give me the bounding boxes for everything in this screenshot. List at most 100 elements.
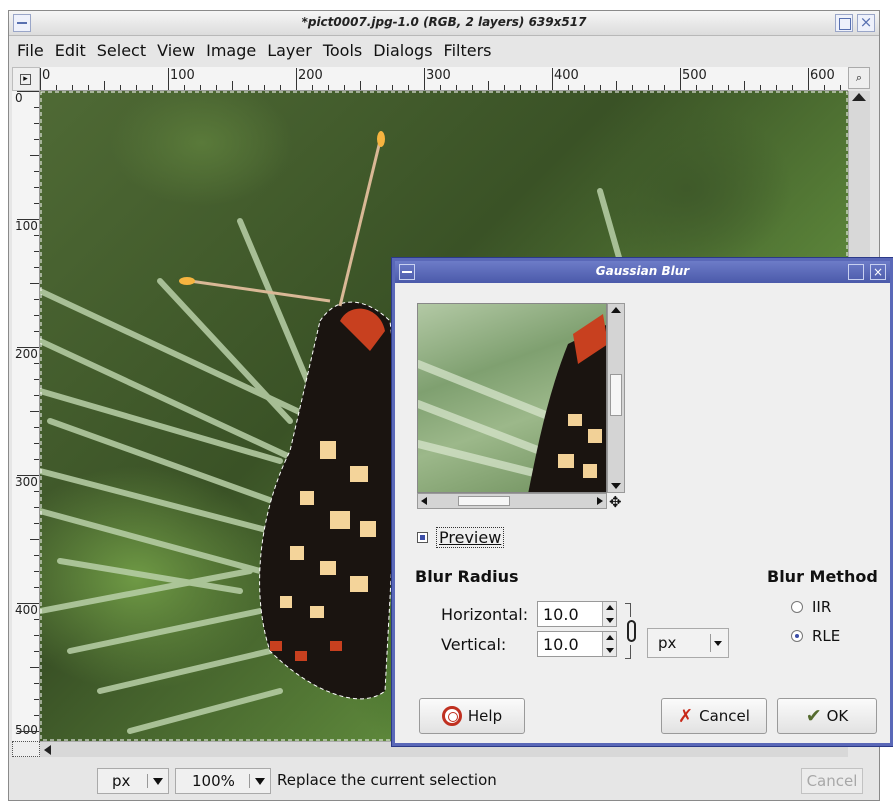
radio-icon[interactable] xyxy=(791,601,803,613)
cancel-label: Cancel xyxy=(699,707,750,725)
ruler-tick xyxy=(34,715,39,716)
scroll-down-icon[interactable] xyxy=(611,483,621,489)
ruler-tick xyxy=(504,85,505,90)
ruler-tick xyxy=(30,539,39,540)
unit-dropdown[interactable]: px xyxy=(97,768,169,794)
ruler-tick xyxy=(552,68,553,90)
scroll-thumb[interactable] xyxy=(610,374,622,416)
preview-horizontal-scrollbar[interactable] xyxy=(417,493,607,509)
scroll-left-icon[interactable] xyxy=(44,745,51,755)
scroll-up-icon[interactable] xyxy=(852,93,866,101)
scroll-right-icon[interactable] xyxy=(597,497,603,505)
menu-image[interactable]: Image xyxy=(206,41,256,60)
ruler-tick xyxy=(30,155,39,156)
ruler-tick xyxy=(440,85,441,90)
radius-unit-dropdown[interactable]: px xyxy=(647,628,729,658)
chevron-down-icon xyxy=(710,634,724,652)
ruler-tick xyxy=(34,699,39,700)
maximize-icon[interactable] xyxy=(835,14,853,32)
ruler-tick xyxy=(328,85,329,90)
menu-tools[interactable]: Tools xyxy=(323,41,362,60)
horizontal-ruler[interactable]: 0 100 200 300 400 500 600 xyxy=(40,67,848,91)
window-titlebar[interactable]: *pict0007.jpg-1.0 (RGB, 2 layers) 639x51… xyxy=(9,11,879,36)
ruler-tick xyxy=(17,731,39,732)
ruler-tick xyxy=(728,85,729,90)
menu-layer[interactable]: Layer xyxy=(267,41,312,60)
ruler-tick xyxy=(34,315,39,316)
help-icon xyxy=(441,706,462,726)
move-icon[interactable]: ✥ xyxy=(609,495,622,510)
dialog-title: Gaussian Blur xyxy=(595,264,690,278)
spin-arrows-icon[interactable] xyxy=(602,632,616,656)
vertical-ruler[interactable]: 0 100 200 300 400 500 xyxy=(12,91,40,741)
ruler-tick xyxy=(280,85,281,90)
ruler-tick xyxy=(360,81,361,90)
ruler-tick xyxy=(17,219,39,220)
preview-area[interactable] xyxy=(417,303,607,493)
ruler-tick xyxy=(680,68,681,90)
radius-unit-value: px xyxy=(658,634,677,652)
ruler-tick xyxy=(296,68,297,90)
ok-button[interactable]: ✔ OK xyxy=(777,698,877,734)
ruler-tick xyxy=(34,571,39,572)
spin-arrows-icon[interactable] xyxy=(602,602,616,626)
ruler-tick xyxy=(34,523,39,524)
ruler-tick xyxy=(34,331,39,332)
scroll-left-icon[interactable] xyxy=(421,497,427,505)
ruler-tick xyxy=(456,85,457,90)
dialog-titlebar[interactable]: Gaussian Blur × xyxy=(395,261,890,283)
scroll-up-icon[interactable] xyxy=(611,307,621,313)
menu-view[interactable]: View xyxy=(157,41,195,60)
navigate-icon[interactable]: ⌕ xyxy=(848,67,870,89)
image-menu-button[interactable]: ▸ xyxy=(12,67,40,91)
ruler-tick xyxy=(744,81,745,90)
quick-mask-icon[interactable] xyxy=(12,741,40,757)
preview-checkbox[interactable]: Preview xyxy=(417,527,505,548)
radio-icon[interactable] xyxy=(791,630,803,642)
iir-radio[interactable]: IIR xyxy=(791,598,831,616)
help-button[interactable]: Help xyxy=(419,698,525,734)
maximize-icon[interactable] xyxy=(848,264,864,280)
ruler-tick xyxy=(34,555,39,556)
ruler-tick xyxy=(30,411,39,412)
ruler-tick xyxy=(34,651,39,652)
ruler-tick xyxy=(600,85,601,90)
rle-radio[interactable]: RLE xyxy=(791,627,840,645)
preview-vertical-scrollbar[interactable] xyxy=(607,303,625,493)
ruler-tick xyxy=(408,85,409,90)
scroll-thumb[interactable] xyxy=(458,496,510,506)
close-icon[interactable]: × xyxy=(870,264,886,280)
horizontal-label: Horizontal: xyxy=(441,605,529,624)
horizontal-spinbox[interactable]: 10.0 xyxy=(537,601,617,627)
ruler-tick xyxy=(520,85,521,90)
ruler-tick xyxy=(34,619,39,620)
blur-radius-heading: Blur Radius xyxy=(415,567,519,586)
menu-select[interactable]: Select xyxy=(97,41,146,60)
ruler-tick xyxy=(34,427,39,428)
preview-label: Preview xyxy=(436,527,505,548)
ruler-tick xyxy=(34,635,39,636)
chain-link-icon[interactable] xyxy=(625,603,637,659)
status-cancel-button[interactable]: Cancel xyxy=(801,768,863,794)
ruler-tick xyxy=(34,203,39,204)
close-icon[interactable]: × xyxy=(857,13,875,32)
ruler-tick xyxy=(248,85,249,90)
ruler-label: 400 xyxy=(15,603,38,617)
ruler-tick xyxy=(30,667,39,668)
cancel-button[interactable]: ✗ Cancel xyxy=(661,698,767,734)
menu-edit[interactable]: Edit xyxy=(55,41,86,60)
ruler-label: 100 xyxy=(15,219,38,233)
ruler-tick xyxy=(840,85,841,90)
vertical-spinbox[interactable]: 10.0 xyxy=(537,631,617,657)
ruler-tick xyxy=(152,85,153,90)
ruler-label: 300 xyxy=(426,68,451,83)
menu-filters[interactable]: Filters xyxy=(444,41,492,60)
zoom-dropdown[interactable]: 100% xyxy=(175,768,271,794)
ruler-tick xyxy=(34,139,39,140)
checkbox-icon[interactable] xyxy=(417,532,428,543)
rle-label: RLE xyxy=(812,627,841,645)
menu-file[interactable]: File xyxy=(17,41,44,60)
menu-dialogs[interactable]: Dialogs xyxy=(373,41,432,60)
vertical-value: 10.0 xyxy=(543,635,579,654)
ruler-tick xyxy=(264,85,265,90)
